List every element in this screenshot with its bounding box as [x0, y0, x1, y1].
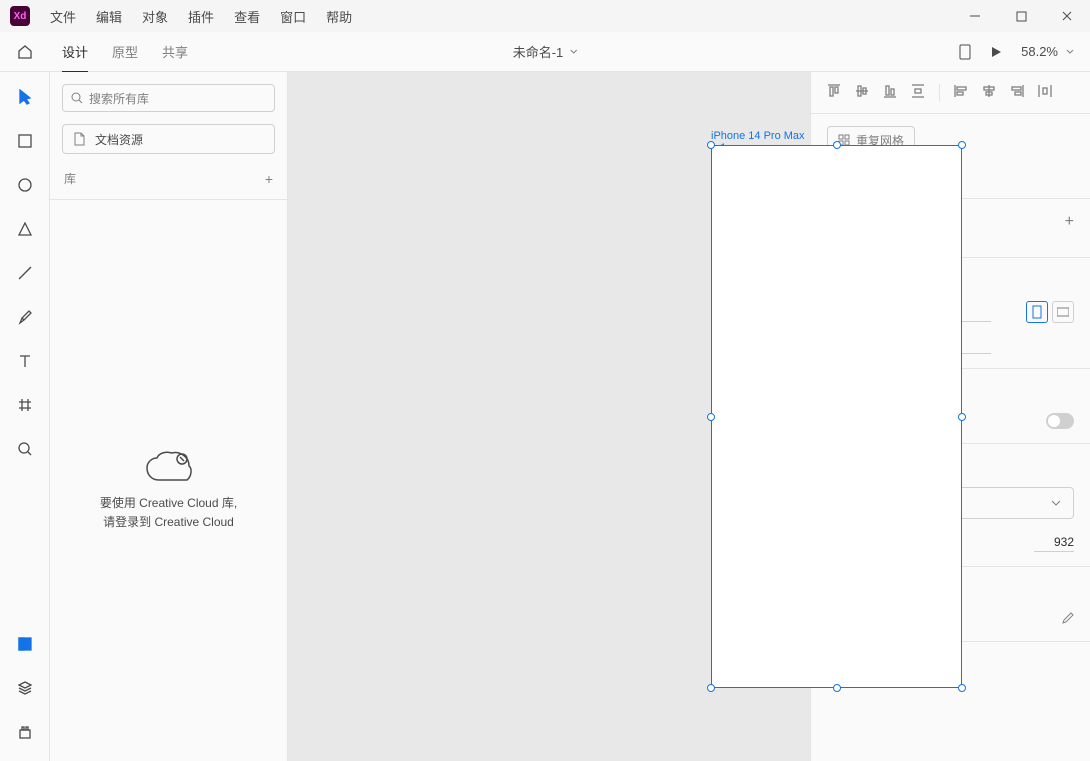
distribute-h-icon[interactable]	[1038, 84, 1052, 101]
tab-design[interactable]: 设计	[62, 30, 88, 73]
landscape-button[interactable]	[1052, 301, 1074, 323]
tab-share[interactable]: 共享	[162, 30, 188, 73]
zoom-tool[interactable]	[10, 438, 40, 460]
home-button[interactable]	[0, 44, 50, 60]
rectangle-tool[interactable]	[10, 130, 40, 152]
distribute-v-icon[interactable]	[911, 84, 925, 101]
canvas[interactable]: iPhone 14 Pro Max – 1	[288, 72, 810, 761]
resize-handle[interactable]	[707, 141, 715, 149]
search-input[interactable]: 搜索所有库	[62, 84, 275, 112]
creative-cloud-icon	[144, 450, 194, 484]
resize-handle[interactable]	[958, 141, 966, 149]
add-library-button[interactable]: +	[265, 171, 273, 187]
select-tool[interactable]	[10, 86, 40, 108]
window-controls	[952, 0, 1090, 32]
pen-tool[interactable]	[10, 306, 40, 328]
polygon-tool[interactable]	[10, 218, 40, 240]
chevron-down-icon	[1051, 499, 1061, 507]
responsive-toggle[interactable]	[1046, 413, 1074, 429]
menu-file[interactable]: 文件	[50, 7, 76, 26]
align-bottom-icon[interactable]	[883, 84, 897, 101]
topbar: 设计 原型 共享 未命名-1 58.2%	[0, 32, 1090, 72]
ellipse-tool[interactable]	[10, 174, 40, 196]
resize-handle[interactable]	[958, 684, 966, 692]
menu-view[interactable]: 查看	[234, 7, 260, 26]
resize-handle[interactable]	[833, 141, 841, 149]
eyedropper-icon[interactable]	[1060, 612, 1074, 626]
titlebar: Xd 文件 编辑 对象 插件 查看 窗口 帮助	[0, 0, 1090, 32]
play-icon[interactable]	[989, 45, 1003, 59]
library-row: 库 +	[50, 162, 287, 200]
menu-edit[interactable]: 编辑	[96, 7, 122, 26]
tab-prototype[interactable]: 原型	[112, 30, 138, 73]
doc-assets-row[interactable]: 文档资源	[62, 124, 275, 154]
portrait-button[interactable]	[1026, 301, 1048, 323]
chevron-down-icon	[569, 48, 577, 56]
layers-panel-button[interactable]	[10, 677, 40, 699]
library-label[interactable]: 库	[64, 170, 76, 187]
libraries-panel-button[interactable]	[10, 633, 40, 655]
artboard[interactable]	[711, 145, 962, 688]
align-top-icon[interactable]	[827, 84, 841, 101]
file-icon	[73, 132, 85, 146]
resize-handle[interactable]	[707, 684, 715, 692]
mode-tabs: 设计 原型 共享	[62, 30, 188, 73]
resize-handle[interactable]	[833, 684, 841, 692]
menu-object[interactable]: 对象	[142, 7, 168, 26]
zoom-dropdown[interactable]: 58.2%	[1021, 44, 1074, 59]
resize-handle[interactable]	[707, 413, 715, 421]
panel-empty-state: 要使用 Creative Cloud 库, 请登录到 Creative Clou…	[50, 200, 287, 761]
align-vcenter-icon[interactable]	[855, 84, 869, 101]
chevron-down-icon	[1066, 48, 1074, 56]
menu-plugins[interactable]: 插件	[188, 7, 214, 26]
align-right-icon[interactable]	[1010, 84, 1024, 101]
menu-help[interactable]: 帮助	[326, 7, 352, 26]
plugins-panel-button[interactable]	[10, 721, 40, 743]
tools-rail	[0, 72, 50, 761]
topbar-right: 58.2%	[959, 44, 1090, 60]
maximize-button[interactable]	[998, 0, 1044, 32]
menu-window[interactable]: 窗口	[280, 7, 306, 26]
document-title[interactable]: 未命名-1	[513, 42, 578, 61]
artboard-tool[interactable]	[10, 394, 40, 416]
resize-handle[interactable]	[958, 413, 966, 421]
align-hcenter-icon[interactable]	[982, 84, 996, 101]
text-tool[interactable]	[10, 350, 40, 372]
align-row	[811, 72, 1090, 114]
close-button[interactable]	[1044, 0, 1090, 32]
align-left-icon[interactable]	[954, 84, 968, 101]
search-icon	[71, 92, 83, 104]
mobile-preview-icon[interactable]	[959, 44, 971, 60]
app-icon: Xd	[10, 6, 30, 26]
line-tool[interactable]	[10, 262, 40, 284]
left-panel: 搜索所有库 文档资源 库 + 要使用 Creative Cloud 库, 请登录…	[50, 72, 288, 761]
minimize-button[interactable]	[952, 0, 998, 32]
menu-bar: 文件 编辑 对象 插件 查看 窗口 帮助	[50, 7, 352, 26]
viewport-height-input[interactable]	[1034, 533, 1074, 552]
add-component-button[interactable]: +	[1065, 213, 1074, 231]
